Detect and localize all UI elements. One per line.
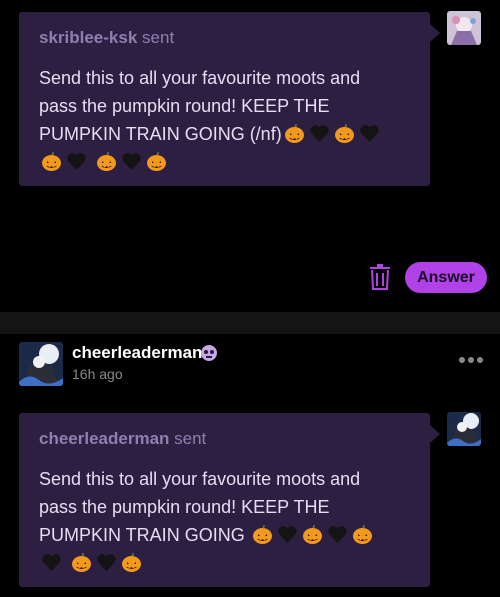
timestamp: 16h ago xyxy=(72,366,123,382)
black-heart-emoji xyxy=(66,151,87,172)
pumpkin-emoji xyxy=(146,151,167,172)
sent-line: cheerleaderman sent xyxy=(39,429,206,449)
bubble-tail xyxy=(430,24,440,42)
sender-avatar[interactable] xyxy=(447,11,481,45)
message-line-with-emoji: PUMPKIN TRAIN GOING xyxy=(39,521,410,549)
pumpkin-emoji xyxy=(96,151,117,172)
black-heart-emoji xyxy=(121,151,142,172)
sender-avatar[interactable] xyxy=(447,412,481,446)
pumpkin-emoji xyxy=(352,524,373,545)
pumpkin-emoji xyxy=(334,123,355,144)
ask-message: Send this to all your favourite moots an… xyxy=(39,465,410,577)
sent-line: skriblee-ksk sent xyxy=(39,28,174,48)
trash-icon[interactable] xyxy=(369,264,391,290)
black-heart-emoji xyxy=(277,524,298,545)
sender-name[interactable]: cheerleaderman xyxy=(39,429,169,448)
black-heart-emoji xyxy=(96,552,117,573)
pumpkin-emoji xyxy=(284,123,305,144)
post-divider xyxy=(0,312,500,334)
message-line-with-emoji: PUMPKIN TRAIN GOING (/nf) xyxy=(39,120,410,148)
pumpkin-emoji xyxy=(71,552,92,573)
ask-message: Send this to all your favourite moots an… xyxy=(39,64,410,176)
black-heart-emoji xyxy=(359,123,380,144)
pumpkin-emoji xyxy=(302,524,323,545)
blog-name[interactable]: cheerleaderman xyxy=(72,343,202,363)
ask-bubble-1: skriblee-ksk sent Send this to all your … xyxy=(19,12,440,186)
message-line: Send this to all your favourite moots an… xyxy=(39,469,361,489)
sender-name[interactable]: skriblee-ksk xyxy=(39,28,137,47)
black-heart-emoji xyxy=(41,552,62,573)
black-heart-emoji xyxy=(327,524,348,545)
bubble-tail xyxy=(430,425,440,443)
answer-button[interactable]: Answer xyxy=(405,262,487,293)
black-heart-emoji xyxy=(309,123,330,144)
sent-label: sent xyxy=(142,28,175,47)
message-line: Send this to all your favourite moots an… xyxy=(39,68,361,88)
ask-bubble-2: cheerleaderman sent Send this to all you… xyxy=(19,413,440,587)
emoji-line xyxy=(39,148,410,176)
blog-avatar[interactable] xyxy=(19,342,63,386)
skull-badge-icon xyxy=(201,345,217,361)
pumpkin-emoji xyxy=(252,524,273,545)
sent-label: sent xyxy=(174,429,207,448)
message-line: pass the pumpkin round! KEEP THE xyxy=(39,497,330,517)
pumpkin-emoji xyxy=(121,552,142,573)
emoji-line xyxy=(39,549,410,577)
pumpkin-emoji xyxy=(41,151,62,172)
more-options-icon[interactable] xyxy=(458,356,484,364)
message-line: pass the pumpkin round! KEEP THE xyxy=(39,96,330,116)
